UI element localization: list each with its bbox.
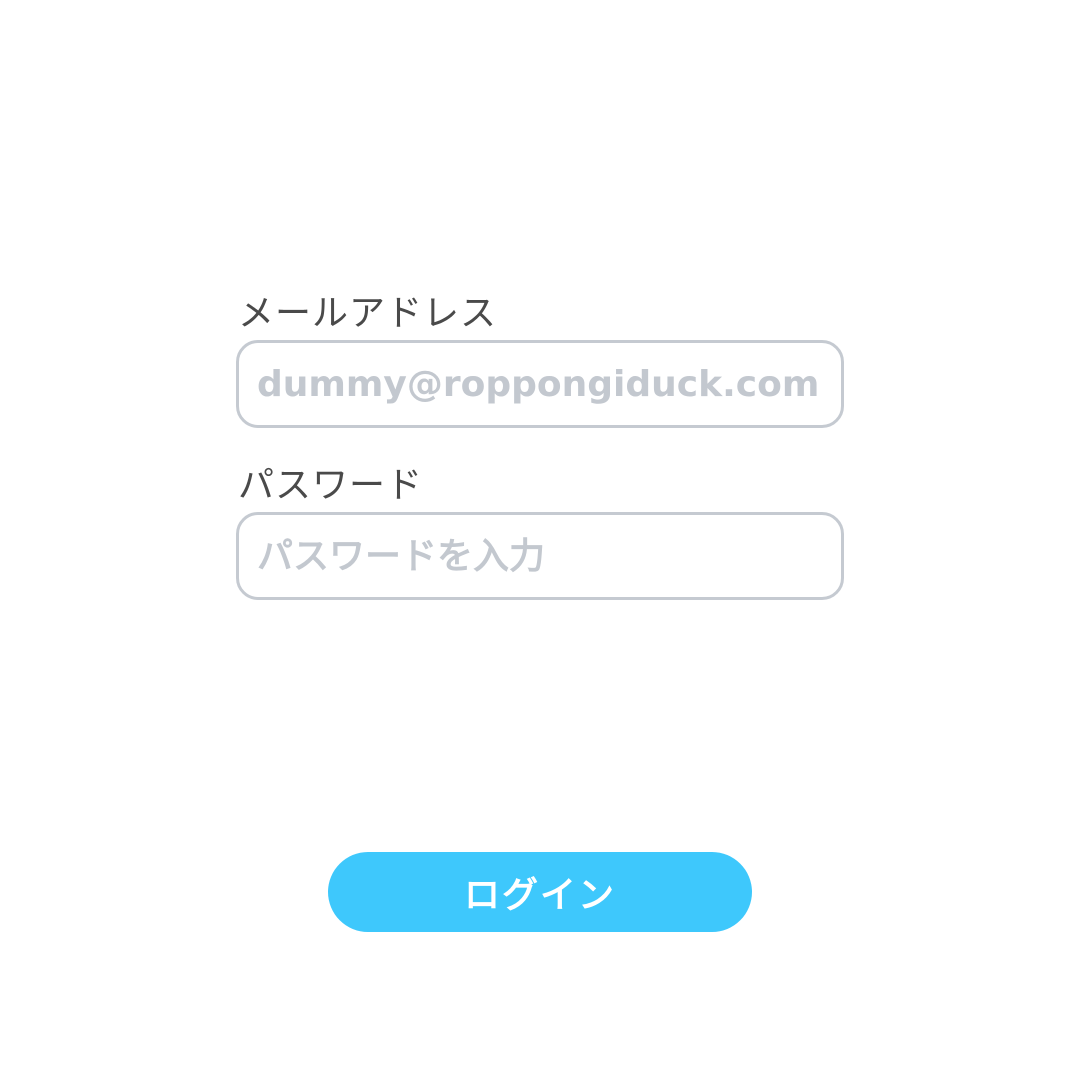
login-page: メールアドレス パスワード ログイン [0,0,1080,1080]
email-field-container[interactable] [236,340,844,428]
password-field-container[interactable] [236,512,844,600]
password-label: パスワード [238,465,424,506]
login-button[interactable]: ログイン [328,852,752,932]
email-field[interactable] [257,343,827,425]
email-label: メールアドレス [238,293,498,334]
password-field[interactable] [257,515,827,597]
